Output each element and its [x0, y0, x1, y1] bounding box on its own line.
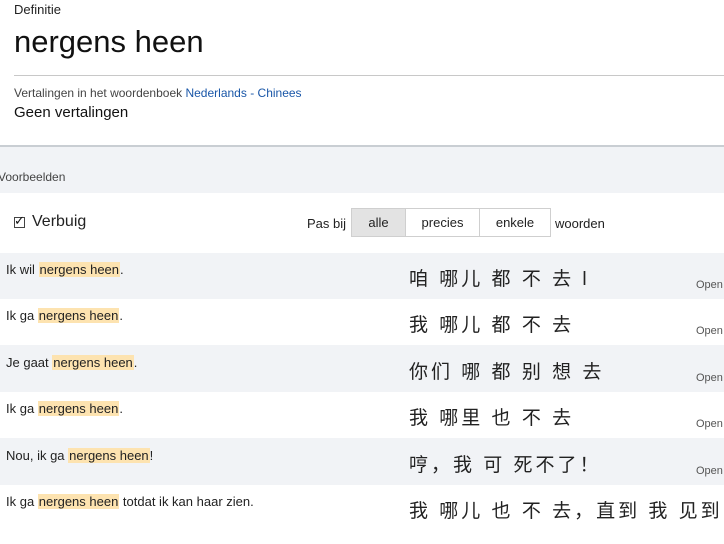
example-row: Ik ga nergens heen. 我 哪儿 都 不 去 Open: [0, 299, 724, 345]
divider: [14, 75, 724, 76]
open-link[interactable]: Open: [696, 279, 723, 291]
match-option-precies[interactable]: precies: [406, 208, 480, 237]
example-row: Nou, ik ga nergens heen! 哼，我 可 死不了！ Open: [0, 439, 724, 485]
match-label: Pas bij: [307, 216, 347, 231]
inflect-label: Verbuig: [32, 213, 87, 230]
source-text: Je gaat: [6, 355, 53, 370]
source-text: Ik wil: [6, 262, 39, 277]
examples-heading: Voorbeelden: [0, 170, 66, 184]
source-text: !: [149, 448, 154, 463]
example-row: Ik wil nergens heen. 咱 哪儿 都 不 去 l Open: [0, 253, 724, 299]
example-translation: 你们 哪 都 别 想 去: [409, 362, 605, 383]
lang-from-link[interactable]: Nederlands: [185, 86, 246, 100]
definition-word: nergens heen: [14, 24, 204, 59]
example-source: Ik ga nergens heen.: [6, 308, 123, 323]
example-row: Ik ga nergens heen. 我 哪里 也 不 去 Open: [0, 392, 724, 438]
example-row: Je gaat nergens heen. 你们 哪 都 别 想 去 Open: [0, 346, 724, 392]
highlighted-term: nergens heen: [38, 262, 121, 277]
dictionary-line: Vertalingen in het woordenboek Nederland…: [14, 86, 302, 100]
example-source: Je gaat nergens heen.: [6, 355, 137, 370]
example-translation: 我 哪儿 也 不 去，直到 我 见到 她: [409, 501, 724, 522]
filter-bar: Verbuig Pas bij alle precies enkele woor…: [0, 193, 724, 253]
lang-to-link[interactable]: Chinees: [258, 86, 302, 100]
match-segmented-control: alle precies enkele: [351, 208, 551, 237]
example-source: Nou, ik ga nergens heen!: [6, 448, 153, 463]
examples-section: Voorbeelden Verbuig Pas bij alle precies…: [0, 147, 724, 544]
words-label: woorden: [555, 216, 605, 231]
example-row: Ik ga nergens heen totdat ik kan haar zi…: [0, 485, 724, 544]
example-translation: 哼，我 可 死不了！: [409, 455, 602, 476]
source-text: .: [119, 401, 123, 416]
example-translation: 我 哪儿 都 不 去: [409, 315, 575, 336]
dictionary-prefix: Vertalingen in het woordenboek: [14, 86, 183, 100]
definition-section: Definitie nergens heen Vertalingen in he…: [0, 0, 724, 146]
highlighted-term: nergens heen: [37, 308, 120, 323]
highlighted-term: nergens heen: [68, 448, 150, 463]
example-source: Ik ga nergens heen totdat ik kan haar zi…: [6, 494, 254, 509]
example-translation: 我 哪里 也 不 去: [409, 408, 575, 429]
highlighted-term: nergens heen: [37, 494, 120, 509]
source-text: Ik ga: [6, 308, 38, 323]
no-translations-text: Geen vertalingen: [14, 104, 129, 121]
source-text: Nou, ik ga: [6, 448, 69, 463]
inflect-toggle[interactable]: Verbuig: [14, 213, 86, 231]
open-link[interactable]: Open: [696, 418, 723, 430]
match-option-alle[interactable]: alle: [351, 208, 406, 237]
open-link[interactable]: Open: [696, 325, 723, 337]
highlighted-term: nergens heen: [52, 355, 134, 370]
source-text: totdat ik kan haar zien.: [119, 494, 254, 509]
open-link[interactable]: Open: [696, 372, 723, 384]
lang-dash: -: [250, 86, 255, 100]
open-link[interactable]: Open: [696, 465, 723, 477]
checkbox-checked-icon[interactable]: [14, 213, 25, 229]
source-text: .: [119, 308, 123, 323]
example-translation: 咱 哪儿 都 不 去 l: [409, 269, 590, 290]
source-text: Ik ga: [6, 401, 38, 416]
example-source: Ik wil nergens heen.: [6, 262, 124, 277]
example-source: Ik ga nergens heen.: [6, 401, 123, 416]
definition-label: Definitie: [14, 2, 61, 17]
source-text: .: [133, 355, 138, 370]
highlighted-term: nergens heen: [37, 401, 120, 416]
match-option-enkele[interactable]: enkele: [480, 208, 551, 237]
source-text: .: [120, 262, 124, 277]
source-text: Ik ga: [6, 494, 38, 509]
